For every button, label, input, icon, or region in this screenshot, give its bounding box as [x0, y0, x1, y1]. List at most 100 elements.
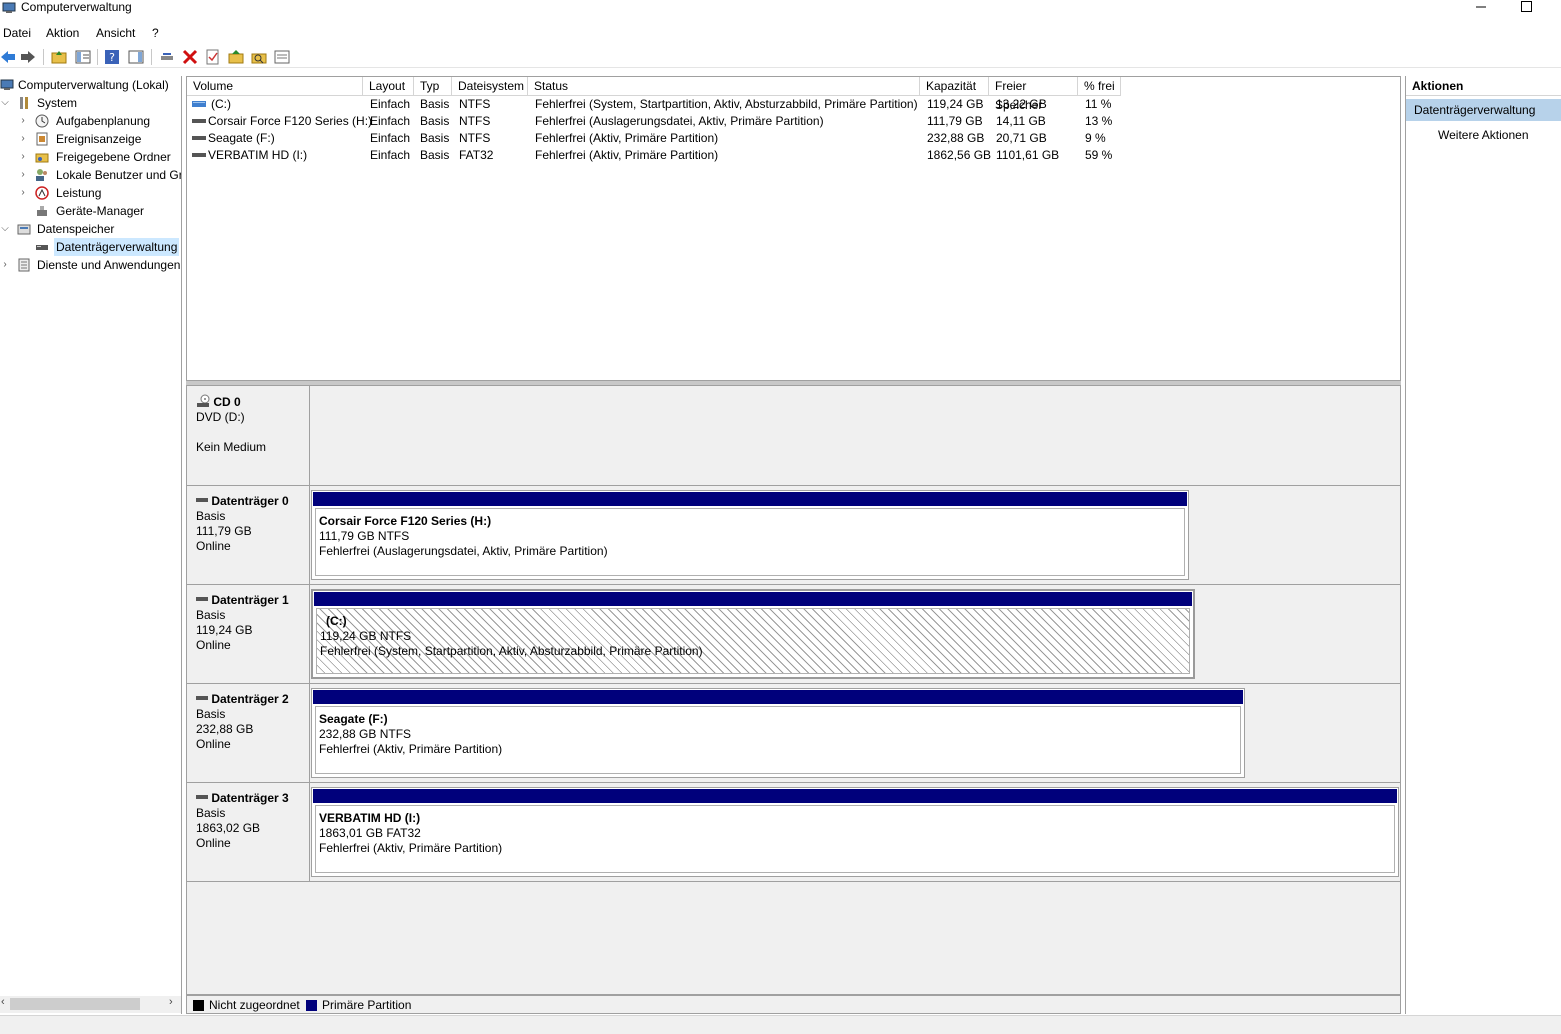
- column-header-dateisystem[interactable]: Dateisystem: [452, 77, 528, 96]
- expand-chevron-icon[interactable]: ›: [0, 256, 10, 274]
- check-properties-icon[interactable]: [205, 49, 221, 65]
- cell-volume: (C:): [211, 97, 231, 111]
- column-header-layout[interactable]: Layout: [363, 77, 414, 96]
- list-view-icon[interactable]: [274, 49, 290, 65]
- disk-label-2[interactable]: Datenträger 2 Basis 232,88 GB Online: [187, 684, 310, 783]
- actions-header: Aktionen: [1406, 76, 1561, 96]
- tree-label-datenspeicher: Datenspeicher: [37, 222, 115, 236]
- column-header-prozent-frei[interactable]: % frei: [1078, 77, 1121, 96]
- disk-label-3[interactable]: Datenträger 3 Basis 1863,02 GB Online: [187, 783, 310, 882]
- cell-dateisystem: NTFS: [459, 131, 491, 145]
- volume-list: Volume Layout Typ Dateisystem Status Kap…: [186, 76, 1401, 381]
- disk-label-cd0[interactable]: CD 0 DVD (D:) Kein Medium: [187, 386, 310, 485]
- delete-icon[interactable]: [182, 49, 198, 65]
- menu-datei[interactable]: Datei: [3, 26, 31, 40]
- minimize-button[interactable]: [1458, 0, 1504, 20]
- cell-typ: Basis: [420, 114, 450, 128]
- primary-partition-bar: [314, 592, 1192, 606]
- partition-name: Corsair Force F120 Series (H:): [319, 514, 492, 528]
- collapse-chevron-icon[interactable]: ⌵: [0, 94, 10, 112]
- scroll-left-arrow-icon[interactable]: ‹: [1, 996, 5, 1008]
- cell-layout: Einfach: [370, 114, 411, 128]
- tree-label-aufgabenplanung: Aufgabenplanung: [56, 114, 151, 128]
- partition-f[interactable]: Seagate (F:) 232,88 GB NTFS Fehlerfrei (…: [311, 688, 1245, 778]
- expand-chevron-icon[interactable]: ›: [18, 112, 28, 130]
- menu-ansicht[interactable]: Ansicht: [96, 26, 135, 40]
- back-arrow-icon[interactable]: [0, 49, 16, 65]
- cell-status: Fehlerfrei (System, Startpartition, Akti…: [535, 97, 918, 111]
- tree-label-geraete-manager: Geräte-Manager: [56, 204, 145, 218]
- expand-chevron-icon[interactable]: ›: [18, 166, 28, 184]
- actions-section-datentraegerverwaltung[interactable]: Datenträgerverwaltung: [1406, 99, 1561, 121]
- disk-type: Basis: [196, 806, 226, 820]
- cell-prozent-frei: 13 %: [1085, 114, 1113, 128]
- minimize-icon: [1476, 6, 1486, 8]
- cell-typ: Basis: [420, 97, 450, 111]
- partition-h[interactable]: Corsair Force F120 Series (H:) 111,79 GB…: [311, 490, 1189, 580]
- search-folder-icon[interactable]: [251, 49, 267, 65]
- cell-freier-speicher: 14,11 GB: [996, 114, 1046, 128]
- maximize-button[interactable]: [1503, 0, 1549, 20]
- menu-aktion[interactable]: Aktion: [46, 26, 79, 40]
- cell-kapazitaet: 111,79 GB: [927, 114, 983, 128]
- cell-typ: Basis: [420, 148, 450, 162]
- action-pane-icon[interactable]: [128, 49, 144, 65]
- disk-size: 1863,02 GB: [196, 821, 261, 835]
- column-header-freier-speicher[interactable]: Freier Speicher: [989, 77, 1078, 112]
- show-hide-tree-icon[interactable]: [75, 49, 91, 65]
- partition-filesystem: 111,79 GB NTFS: [319, 529, 410, 543]
- collapse-chevron-icon[interactable]: ⌵: [0, 220, 10, 238]
- connect-disk-icon[interactable]: [159, 49, 175, 65]
- cd-drive-icon: [197, 394, 210, 407]
- partition-name: VERBATIM HD (I:): [319, 811, 421, 825]
- disk-label-0[interactable]: Datenträger 0 Basis 111,79 GB Online: [187, 486, 310, 585]
- disk-size: 119,24 GB: [196, 623, 253, 637]
- navigation-tree: Computerverwaltung (Lokal) ⌵ System › Au…: [0, 76, 182, 1014]
- disk-graphical-view: CD 0 DVD (D:) Kein Medium Datenträger 0 …: [186, 385, 1401, 995]
- expand-chevron-icon[interactable]: ›: [18, 184, 28, 202]
- weitere-aktionen-link[interactable]: Weitere Aktionen: [1438, 126, 1529, 144]
- disk-name: Datenträger 0: [211, 494, 289, 508]
- scroll-right-arrow-icon[interactable]: ›: [169, 996, 173, 1008]
- column-header-kapazitaet[interactable]: Kapazität: [920, 77, 989, 96]
- expand-chevron-icon[interactable]: ›: [18, 148, 28, 166]
- menu-help[interactable]: ?: [152, 26, 159, 40]
- status-bar: [0, 1015, 1561, 1034]
- partition-name: Seagate (F:): [319, 712, 388, 726]
- disk-name: Datenträger 2: [211, 692, 289, 706]
- column-header-volume[interactable]: Volume: [187, 77, 363, 96]
- tree-horizontal-scrollbar[interactable]: ‹ ›: [0, 996, 181, 1013]
- legend-label-unallocated: Nicht zugeordnet: [209, 998, 300, 1012]
- column-header-typ[interactable]: Typ: [414, 77, 452, 96]
- scrollbar-thumb[interactable]: [10, 998, 140, 1010]
- disk-name: Datenträger 1: [211, 593, 289, 607]
- disk-label-1[interactable]: Datenträger 1 Basis 119,24 GB Online: [187, 585, 310, 684]
- cell-status: Fehlerfrei (Aktiv, Primäre Partition): [535, 148, 719, 162]
- device-manager-icon: [37, 206, 47, 216]
- tree-label-leistung: Leistung: [56, 186, 102, 200]
- disk-management-icon: [36, 245, 48, 250]
- primary-partition-bar: [313, 492, 1187, 506]
- cell-freier-speicher: 13,22 GB: [996, 97, 1047, 111]
- cell-status: Fehlerfrei (Auslagerungsdatei, Aktiv, Pr…: [535, 114, 824, 128]
- help-icon[interactable]: ?: [104, 49, 120, 65]
- cell-volume: Seagate (F:): [208, 131, 275, 145]
- up-folder-icon[interactable]: [51, 49, 67, 65]
- partition-filesystem: 1863,01 GB FAT32: [319, 826, 421, 840]
- expand-chevron-icon[interactable]: ›: [18, 130, 28, 148]
- tree-label-datentraegerverwaltung: Datenträgerverwaltung: [54, 238, 180, 256]
- column-header-status[interactable]: Status: [528, 77, 920, 96]
- cell-layout: Einfach: [370, 148, 411, 162]
- partition-c-selected[interactable]: (C:) 119,24 GB NTFS Fehlerfrei (System, …: [311, 589, 1195, 679]
- disk-name: CD 0: [213, 395, 241, 409]
- partition-i[interactable]: VERBATIM HD (I:) 1863,01 GB FAT32 Fehler…: [311, 787, 1399, 877]
- cell-freier-speicher: 1101,61 GB: [996, 148, 1060, 162]
- actions-pane: Aktionen Datenträgerverwaltung Weitere A…: [1405, 76, 1561, 1014]
- maximize-icon: [1520, 1, 1532, 12]
- forward-arrow-icon[interactable]: [20, 49, 36, 65]
- disk-type: Basis: [196, 608, 226, 622]
- cell-layout: Einfach: [370, 97, 411, 111]
- hard-disk-icon: [196, 696, 208, 700]
- volume-icon: [192, 101, 206, 107]
- folder-up-icon[interactable]: [228, 49, 244, 65]
